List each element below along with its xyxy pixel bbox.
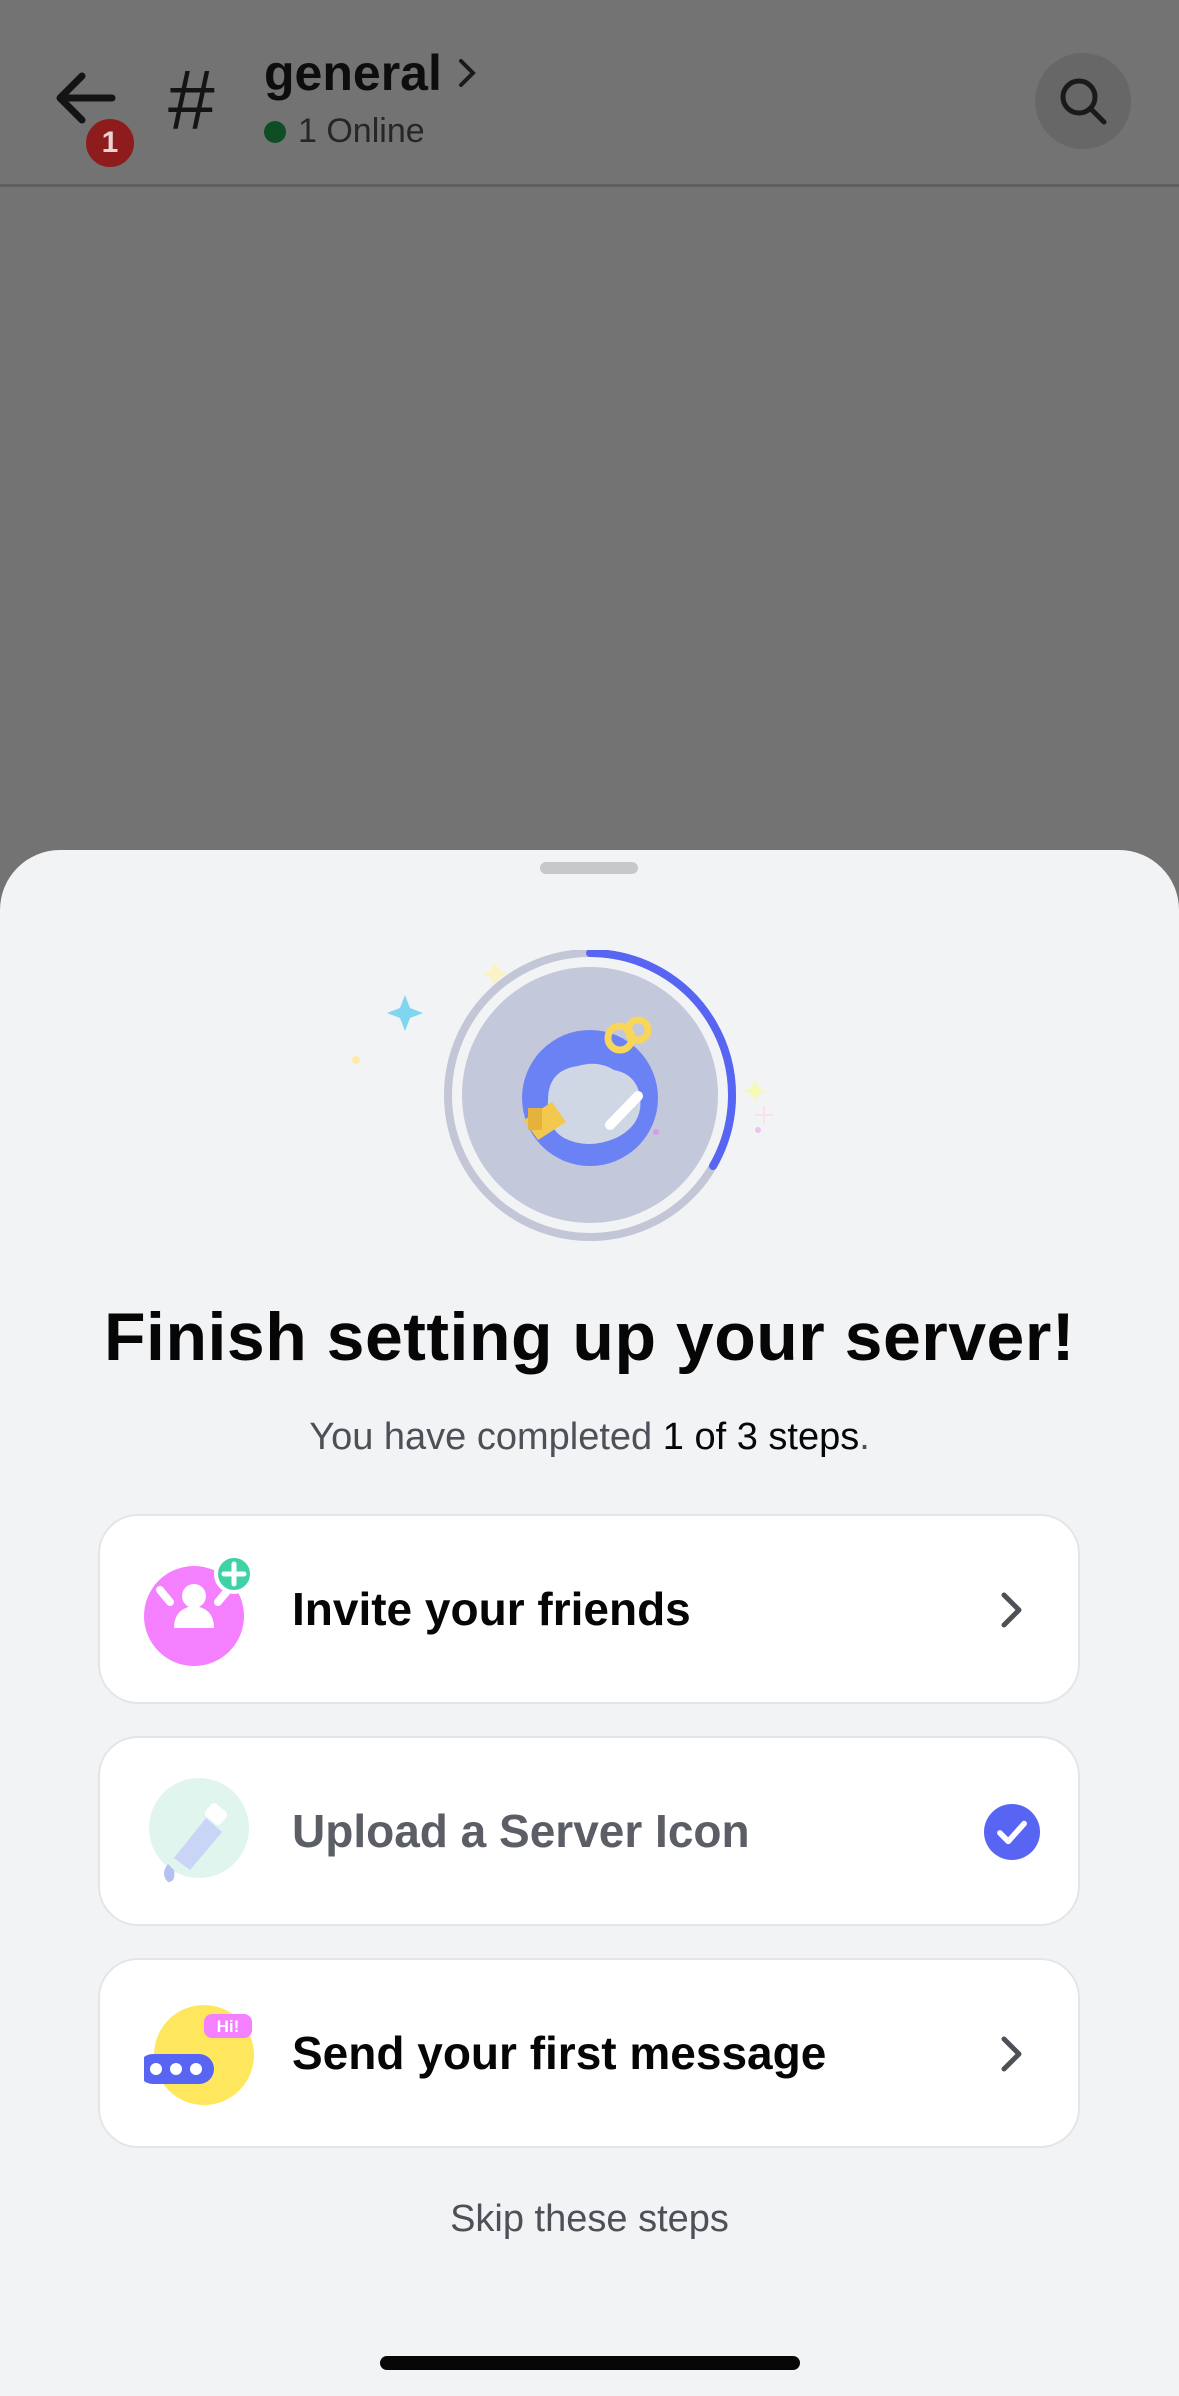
upload-server-icon-icon xyxy=(149,1778,249,1882)
step-send-first-message[interactable]: Hi! Send your first message xyxy=(98,1958,1080,2148)
hash-icon: # xyxy=(168,53,215,147)
sheet-drag-handle[interactable] xyxy=(540,862,638,874)
notification-badge: 1 xyxy=(81,114,139,172)
chevron-right-icon xyxy=(458,59,476,87)
progress-subtitle: You have completed 1 of 3 steps. xyxy=(0,1416,1179,1459)
setup-bottom-sheet: Finish setting up your server! You have … xyxy=(0,850,1179,2396)
chevron-right-icon xyxy=(1001,2036,1022,2072)
channel-name: general xyxy=(264,45,442,101)
sheet-title: Finish setting up your server! xyxy=(104,1299,1075,1375)
search-button[interactable] xyxy=(1035,53,1131,149)
channel-title-button[interactable]: general xyxy=(264,44,476,102)
channel-header: 1 # general 1 Online xyxy=(0,0,1179,187)
subtitle-progress: 1 of 3 steps xyxy=(662,1416,860,1458)
home-indicator[interactable] xyxy=(380,2356,800,2370)
search-icon xyxy=(1060,78,1107,125)
send-message-icon: Hi! xyxy=(144,2005,254,2105)
step-label: Upload a Server Icon xyxy=(292,1805,750,1857)
hi-badge-text: Hi! xyxy=(217,2017,240,2036)
step-upload-server-icon[interactable]: Upload a Server Icon xyxy=(98,1736,1080,1926)
subtitle-prefix: You have completed xyxy=(309,1416,663,1458)
skip-steps-button[interactable]: Skip these steps xyxy=(0,2198,1179,2241)
step-chevron xyxy=(984,1582,1040,1638)
online-count: 1 Online xyxy=(298,112,425,150)
step-complete-check xyxy=(984,1804,1040,1860)
step-invite-friends[interactable]: Invite your friends xyxy=(98,1514,1080,1704)
server-setup-illustration xyxy=(352,950,773,1241)
check-circle-icon xyxy=(984,1804,1040,1860)
online-dot-icon xyxy=(264,120,286,143)
subtitle-suffix: . xyxy=(859,1416,870,1458)
step-label: Invite your friends xyxy=(292,1583,691,1635)
chevron-right-icon xyxy=(1001,1592,1022,1628)
invite-friends-icon xyxy=(144,1556,254,1666)
step-chevron xyxy=(984,2026,1040,2082)
step-label: Send your first message xyxy=(292,2027,827,2079)
online-status: 1 Online xyxy=(264,112,425,151)
